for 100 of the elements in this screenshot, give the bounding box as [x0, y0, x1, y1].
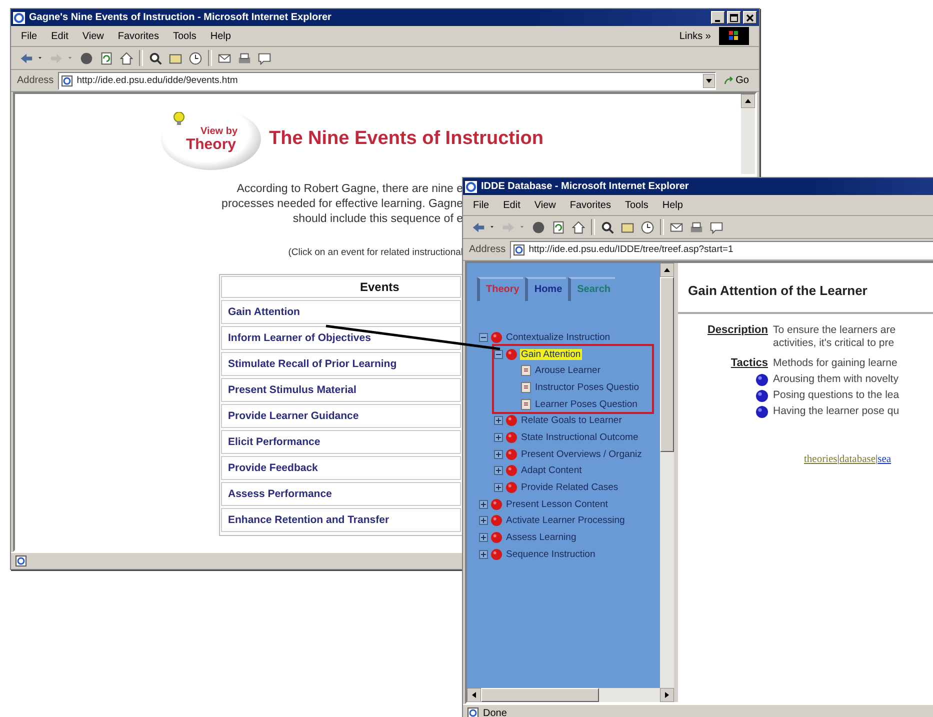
- event-link[interactable]: Provide Feedback: [221, 456, 461, 480]
- tree-item[interactable]: Instructor Poses Questio: [534, 382, 640, 393]
- event-link[interactable]: Assess Performance: [221, 482, 461, 506]
- expand-icon[interactable]: [479, 550, 488, 559]
- printer-icon[interactable]: [237, 50, 252, 66]
- close-button[interactable]: [743, 11, 757, 24]
- horizontal-scrollbar[interactable]: [467, 688, 674, 702]
- history-icon[interactable]: [188, 50, 203, 66]
- expand-icon[interactable]: [494, 483, 503, 492]
- address-field[interactable]: http://ide.ed.psu.edu/idde/9events.htm: [58, 72, 716, 90]
- menu-item[interactable]: View: [534, 200, 556, 210]
- tree-item[interactable]: Present Overviews / Organiz: [520, 448, 643, 460]
- dropdown-icon[interactable]: [702, 74, 715, 88]
- expand-icon[interactable]: [479, 533, 488, 542]
- page-icon: [467, 707, 479, 717]
- menu-item[interactable]: Tools: [172, 30, 196, 42]
- scroll-up-icon[interactable]: [741, 94, 755, 108]
- refresh-icon[interactable]: [551, 220, 566, 234]
- menu-item[interactable]: Tools: [624, 200, 648, 210]
- event-link[interactable]: Stimulate Recall of Prior Learning: [221, 352, 461, 376]
- tree-item[interactable]: Sequence Instruction: [505, 548, 596, 560]
- logo-text: Theory: [186, 137, 236, 152]
- tree-item[interactable]: State Instructional Outcome: [520, 432, 640, 443]
- links-button[interactable]: Links »: [679, 30, 711, 42]
- expand-icon[interactable]: [494, 432, 503, 442]
- collapse-icon[interactable]: [479, 332, 488, 342]
- browser-icon: [465, 180, 477, 192]
- tree-item[interactable]: Gain Attention: [520, 348, 582, 360]
- event-link[interactable]: Inform Learner of Objectives: [221, 326, 461, 350]
- footer-link[interactable]: theories: [804, 454, 838, 465]
- scrollbar[interactable]: [741, 94, 755, 174]
- menu-item[interactable]: File: [21, 30, 38, 42]
- close-icon: [746, 14, 754, 22]
- menu-item[interactable]: Edit: [503, 200, 520, 210]
- event-link[interactable]: Gain Attention: [221, 300, 461, 324]
- sphere-icon: [491, 332, 502, 343]
- menu-item[interactable]: Favorites: [570, 200, 611, 210]
- tree-item[interactable]: Learner Poses Question: [534, 398, 638, 410]
- speech-bubble-icon[interactable]: [257, 50, 272, 66]
- note-text: (Click on an event for related instructional: [287, 247, 463, 258]
- address-field[interactable]: http://ide.ed.psu.edu/IDDE/tree/treef.asp?start=1: [510, 240, 933, 258]
- footer-link[interactable]: sea: [878, 454, 892, 465]
- expand-icon[interactable]: [479, 500, 488, 509]
- page-icon: [15, 555, 27, 567]
- column-header: Events: [221, 276, 461, 298]
- page-icon: [512, 244, 525, 256]
- tree-item[interactable]: Assess Learning: [505, 532, 578, 544]
- event-link[interactable]: Provide Learner Guidance: [221, 404, 461, 428]
- event-link[interactable]: Present Stimulus Material: [221, 378, 461, 402]
- tree-item[interactable]: Present Lesson Content: [505, 498, 609, 510]
- scrollbar[interactable]: [660, 263, 674, 688]
- event-link[interactable]: Elicit Performance: [221, 430, 461, 454]
- address-label: Address: [469, 244, 506, 255]
- tab[interactable]: Home: [525, 277, 566, 301]
- maximize-button[interactable]: [727, 11, 741, 24]
- event-link[interactable]: Enhance Retention and Transfer: [221, 508, 461, 532]
- search-icon[interactable]: [600, 220, 615, 234]
- browser-icon: [13, 12, 25, 24]
- expand-icon[interactable]: [494, 450, 503, 459]
- status-text: Done: [483, 708, 507, 717]
- history-icon[interactable]: [640, 220, 655, 234]
- footer-link[interactable]: database: [839, 454, 876, 465]
- stop-icon[interactable]: [79, 50, 94, 66]
- menu-item[interactable]: Help: [210, 30, 231, 42]
- intro-text: processes needed for effective learning. Gagne: [220, 197, 463, 212]
- scroll-left-icon[interactable]: [467, 688, 481, 702]
- refresh-icon[interactable]: [99, 50, 114, 66]
- tree-item[interactable]: Provide Related Cases: [520, 482, 620, 494]
- menu-item[interactable]: Help: [662, 200, 683, 210]
- home-icon[interactable]: [119, 50, 134, 66]
- sphere-icon: [506, 348, 517, 360]
- document-icon: [521, 382, 531, 393]
- menu-item[interactable]: File: [473, 200, 490, 210]
- search-icon[interactable]: [148, 50, 163, 66]
- printer-icon[interactable]: [689, 220, 704, 234]
- tree-item[interactable]: Activate Learner Processing: [505, 515, 626, 526]
- minimize-button[interactable]: [711, 11, 725, 24]
- go-arrow-icon: [724, 76, 734, 86]
- scroll-up-icon[interactable]: [660, 263, 674, 277]
- expand-icon[interactable]: [494, 466, 503, 476]
- speech-bubble-icon[interactable]: [709, 220, 724, 234]
- sphere-icon: [506, 482, 517, 494]
- stop-icon[interactable]: [531, 220, 546, 234]
- expand-icon[interactable]: [479, 516, 488, 526]
- description-text: To ensure the learners are activities, it's critical to pre: [773, 324, 897, 350]
- tree-item[interactable]: Adapt Content: [520, 465, 583, 476]
- scroll-right-icon[interactable]: [660, 688, 674, 702]
- menu-item[interactable]: Edit: [51, 30, 68, 42]
- menu-item[interactable]: View: [82, 30, 104, 42]
- maximize-icon: [730, 14, 738, 22]
- sphere-icon: [506, 448, 517, 460]
- window-title: IDDE Database - Microsoft Internet Explorer: [481, 181, 689, 192]
- tree-item[interactable]: Relate Goals to Learner: [520, 415, 623, 426]
- tree-item[interactable]: Contextualize Instruction: [505, 332, 612, 343]
- tactic-item: Arousing them with novelty: [773, 373, 900, 386]
- expand-icon[interactable]: [494, 416, 503, 426]
- menu-item[interactable]: Favorites: [118, 30, 159, 42]
- home-icon[interactable]: [571, 220, 586, 234]
- tree-item[interactable]: Arouse Learner: [534, 365, 602, 376]
- collapse-icon[interactable]: [494, 350, 503, 359]
